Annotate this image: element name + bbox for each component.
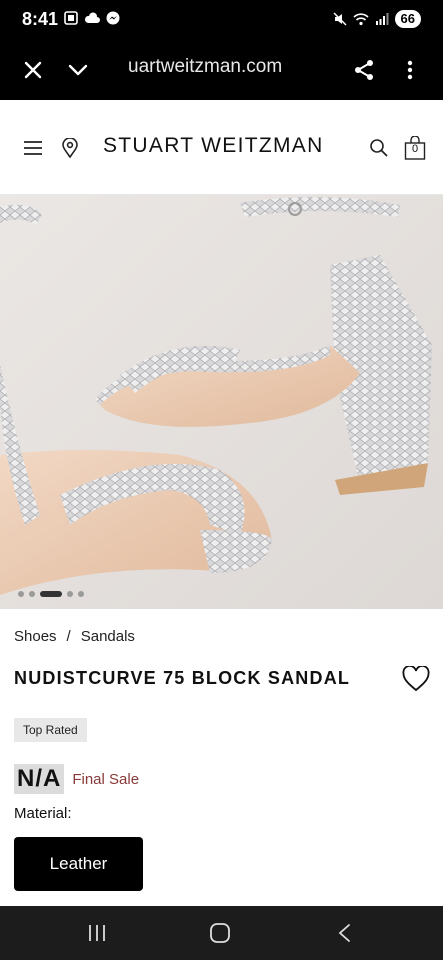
product-title: NUDISTCURVE 75 BLOCK SANDAL [14, 668, 351, 688]
recent-apps-button[interactable] [84, 920, 110, 946]
status-time: 8:41 [22, 9, 59, 29]
signal-icon [375, 13, 389, 25]
product-price: N/A [14, 764, 65, 794]
more-options-button[interactable] [394, 54, 426, 86]
status-notification-icons [64, 11, 120, 25]
carousel-dot[interactable] [29, 591, 35, 597]
shopping-bag-button[interactable]: 0 [401, 134, 429, 162]
carousel-dot[interactable] [67, 591, 73, 597]
wifi-icon [352, 12, 369, 25]
search-button[interactable] [365, 134, 393, 162]
back-icon [338, 924, 350, 942]
search-icon [370, 139, 388, 157]
material-option-leather[interactable]: Leather [14, 837, 143, 891]
site-header: STUART WEITZMAN 0 [0, 100, 443, 195]
breadcrumb-shoes[interactable]: Shoes [14, 628, 57, 645]
home-button[interactable] [207, 920, 233, 946]
share-button[interactable] [348, 54, 380, 86]
carousel-indicators [18, 591, 84, 597]
status-bar: 8:41 66 [0, 0, 443, 40]
back-button[interactable] [331, 920, 357, 946]
top-rated-badge: Top Rated [14, 718, 87, 742]
price-row: N/A Final Sale [14, 764, 139, 794]
brand-logo[interactable]: STUART WEITZMAN [103, 134, 324, 158]
menu-icon [24, 141, 42, 155]
status-system-icons: 66 [333, 10, 421, 28]
wishlist-button[interactable] [402, 665, 430, 694]
menu-button[interactable] [19, 134, 47, 162]
carousel-dot[interactable] [18, 591, 24, 597]
breadcrumb-sandals[interactable]: Sandals [81, 628, 135, 645]
product-image [0, 195, 443, 609]
material-label: Material: [14, 805, 72, 822]
heart-icon [402, 665, 430, 692]
home-icon [210, 923, 230, 943]
minimize-button[interactable] [62, 54, 94, 86]
more-vert-icon [407, 60, 413, 80]
browser-toolbar: uartweitzman.com [0, 40, 443, 100]
breadcrumb-separator: / [66, 628, 71, 645]
final-sale-label: Final Sale [72, 770, 140, 788]
recent-apps-icon [89, 925, 105, 941]
product-image-carousel[interactable] [0, 195, 443, 609]
screenshot-icon [64, 11, 78, 25]
cart-count: 0 [411, 143, 419, 155]
location-pin-icon [62, 138, 78, 158]
mute-icon [333, 12, 347, 26]
cloud-icon [84, 12, 100, 23]
system-navigation-bar [0, 906, 443, 960]
close-icon [24, 61, 42, 79]
carousel-dot-active[interactable] [40, 591, 62, 597]
url-bar[interactable]: uartweitzman.com [128, 56, 282, 78]
share-icon [355, 60, 373, 80]
close-tab-button[interactable] [17, 54, 49, 86]
messenger-icon [106, 11, 120, 25]
store-locator-button[interactable] [56, 134, 84, 162]
breadcrumb: Shoes / Sandals [14, 628, 135, 645]
carousel-dot[interactable] [78, 591, 84, 597]
battery-level: 66 [394, 10, 421, 28]
chevron-down-icon [68, 64, 88, 76]
